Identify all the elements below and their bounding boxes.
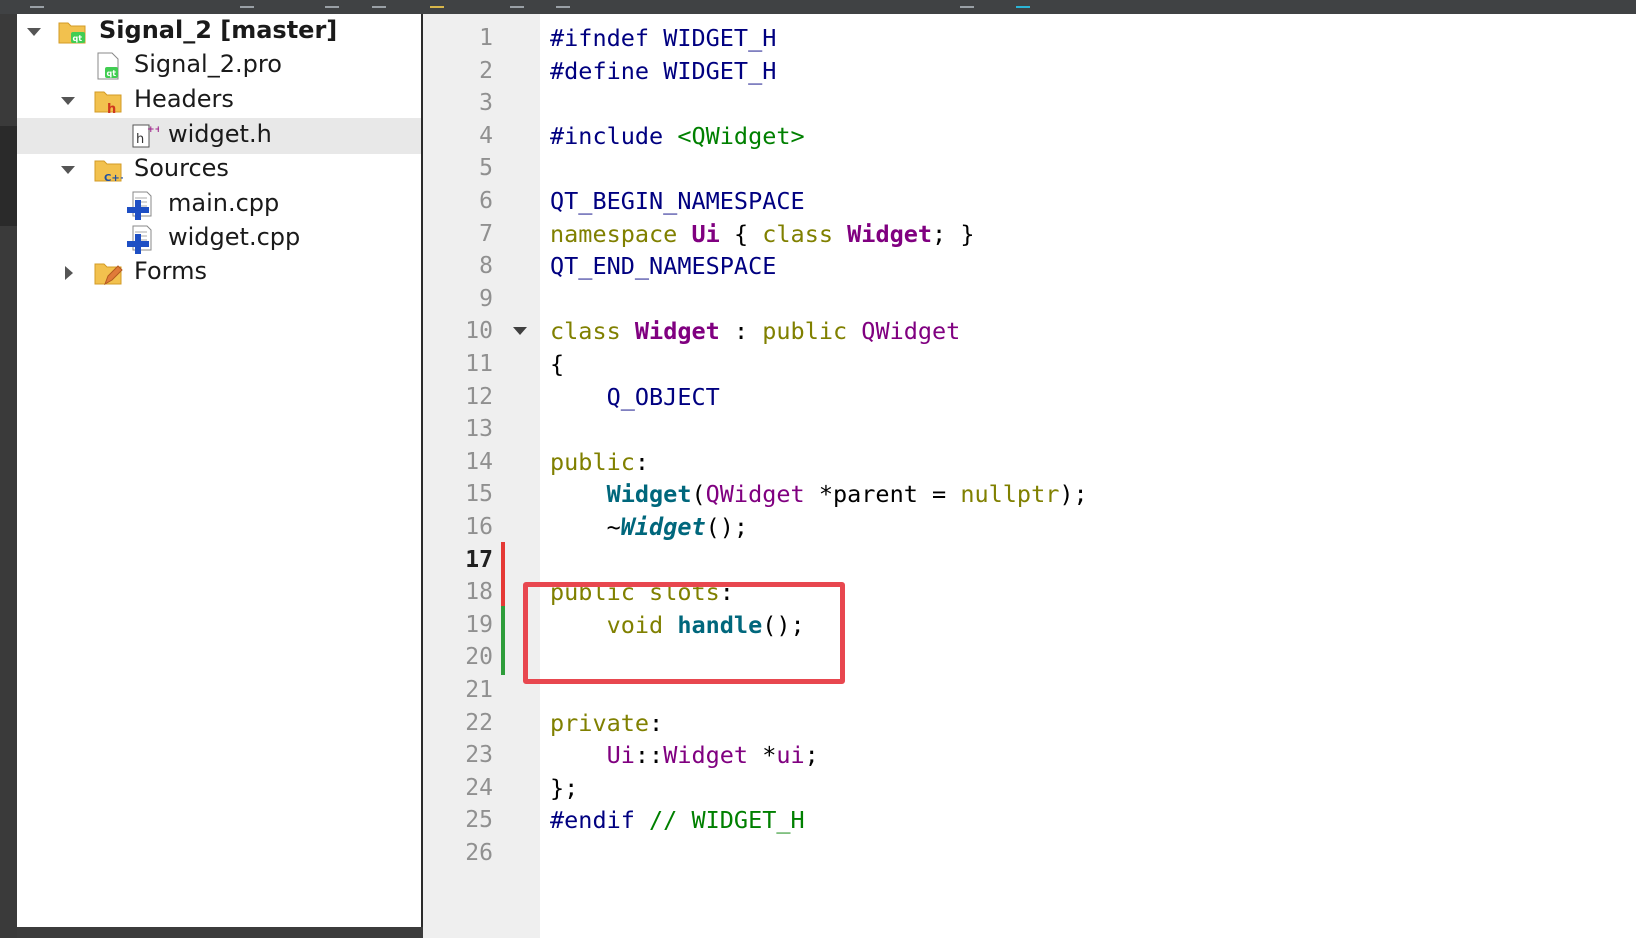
line-number: 26 xyxy=(465,840,493,866)
toolbar-icon[interactable] xyxy=(372,0,386,8)
folder-label: Sources xyxy=(134,154,229,182)
line-number: 14 xyxy=(465,449,493,475)
file-label: main.cpp xyxy=(168,189,280,217)
line-number: 23 xyxy=(465,742,493,768)
line-number: 13 xyxy=(465,416,493,442)
line-number: 16 xyxy=(465,514,493,540)
toolbar-icon[interactable] xyxy=(556,0,570,8)
code-line: #ifndef WIDGET_H xyxy=(550,24,777,52)
code-line: QT_BEGIN_NAMESPACE xyxy=(550,187,805,215)
line-number: 3 xyxy=(479,90,493,116)
mode-bar-active-marker xyxy=(0,126,17,226)
line-number: 9 xyxy=(479,286,493,312)
toolbar-icon[interactable] xyxy=(30,0,44,8)
svg-text:h: h xyxy=(107,102,116,116)
code-line: #include <QWidget> xyxy=(550,122,805,150)
chevron-down-icon[interactable] xyxy=(27,28,41,36)
svg-text:C++: C++ xyxy=(104,173,123,184)
line-number: 11 xyxy=(465,351,493,377)
line-number: 7 xyxy=(479,221,493,247)
line-number: 10 xyxy=(465,318,493,344)
toolbar-icon[interactable] xyxy=(240,0,254,8)
chevron-down-icon[interactable] xyxy=(61,97,75,105)
project-tree: qt Signal_2 [master] qt Signal_2.pro h H… xyxy=(17,14,423,927)
annotation-highlight-box xyxy=(523,582,845,684)
fold-marker-icon[interactable] xyxy=(513,327,527,335)
line-number: 6 xyxy=(479,188,493,214)
chevron-down-icon[interactable] xyxy=(61,166,75,174)
toolbar-icon[interactable] xyxy=(960,0,974,8)
header-file-icon: h ++ xyxy=(132,124,159,148)
line-number: 21 xyxy=(465,677,493,703)
code-line: namespace Ui { class Widget; } xyxy=(550,220,975,248)
code-line: private: xyxy=(550,709,664,737)
tree-item-project[interactable]: qt Signal_2 [master] xyxy=(17,14,421,50)
code-line: { xyxy=(550,350,565,378)
code-line: QT_END_NAMESPACE xyxy=(550,252,777,280)
code-line: }; xyxy=(550,774,579,802)
tree-item-pro-file[interactable]: qt Signal_2.pro xyxy=(17,48,421,84)
code-line: class Widget : public QWidget xyxy=(550,317,961,345)
file-label: widget.h xyxy=(168,120,272,148)
qt-pro-file-icon: qt xyxy=(97,52,119,80)
code-line: Widget(QWidget *parent = nullptr); xyxy=(606,480,1088,508)
line-number-gutter: 1 2 3 4 5 6 7 8 9 10 11 12 13 14 15 16 1… xyxy=(423,14,540,938)
sources-folder-icon: C++ xyxy=(94,160,123,184)
line-number-current: 17 xyxy=(465,547,493,573)
code-line: ~Widget(); xyxy=(550,513,749,541)
tree-item-forms[interactable]: Forms xyxy=(17,255,421,291)
sidebar-footer xyxy=(17,927,423,938)
line-number: 12 xyxy=(465,384,493,410)
project-name: Signal_2 [master] xyxy=(99,16,338,44)
line-number: 19 xyxy=(465,612,493,638)
tree-item-main-cpp[interactable]: main.cpp xyxy=(17,187,421,223)
code-line: #endif // WIDGET_H xyxy=(550,806,805,834)
code-line: #define WIDGET_H xyxy=(550,57,777,85)
svg-text:qt: qt xyxy=(73,34,83,43)
file-label: widget.cpp xyxy=(168,223,301,251)
line-number: 4 xyxy=(479,123,493,149)
cpp-file-icon xyxy=(127,225,152,254)
toolbar-icon[interactable] xyxy=(430,0,444,8)
qt-project-folder-icon: qt xyxy=(58,22,86,44)
code-line: Ui::Widget *ui; xyxy=(606,741,819,769)
top-toolbar xyxy=(0,0,1636,14)
folder-label: Forms xyxy=(134,257,207,285)
folder-label: Headers xyxy=(134,85,234,113)
tree-item-widget-h[interactable]: h ++ widget.h xyxy=(17,118,421,154)
tree-item-widget-cpp[interactable]: widget.cpp xyxy=(17,221,421,257)
line-number: 8 xyxy=(479,253,493,279)
svg-text:++: ++ xyxy=(147,125,159,135)
forms-folder-icon xyxy=(94,263,123,286)
line-number: 2 xyxy=(479,58,493,84)
toolbar-icon[interactable] xyxy=(325,0,339,8)
line-number: 22 xyxy=(465,710,493,736)
mode-bar xyxy=(0,14,17,938)
line-number: 1 xyxy=(479,25,493,51)
headers-folder-icon: h xyxy=(94,91,122,116)
line-number: 18 xyxy=(465,579,493,605)
line-number: 5 xyxy=(479,155,493,181)
chevron-right-icon[interactable] xyxy=(65,266,73,280)
toolbar-icon[interactable] xyxy=(510,0,524,8)
line-number: 20 xyxy=(465,644,493,670)
code-line: public: xyxy=(550,448,650,476)
line-number: 24 xyxy=(465,775,493,801)
line-number: 15 xyxy=(465,481,493,507)
file-label: Signal_2.pro xyxy=(134,50,282,78)
code-line: Q_OBJECT xyxy=(550,383,720,411)
tree-item-sources[interactable]: C++ Sources xyxy=(17,152,421,188)
toolbar-icon[interactable] xyxy=(1016,0,1030,8)
added-lines-marker xyxy=(501,606,505,675)
svg-text:h: h xyxy=(136,132,144,147)
tree-item-headers[interactable]: h Headers xyxy=(17,83,421,119)
code-editor[interactable]: 1 2 3 4 5 6 7 8 9 10 11 12 13 14 15 16 1… xyxy=(423,14,1636,938)
svg-text:qt: qt xyxy=(107,69,117,78)
cpp-file-icon xyxy=(127,191,152,220)
line-number: 25 xyxy=(465,807,493,833)
